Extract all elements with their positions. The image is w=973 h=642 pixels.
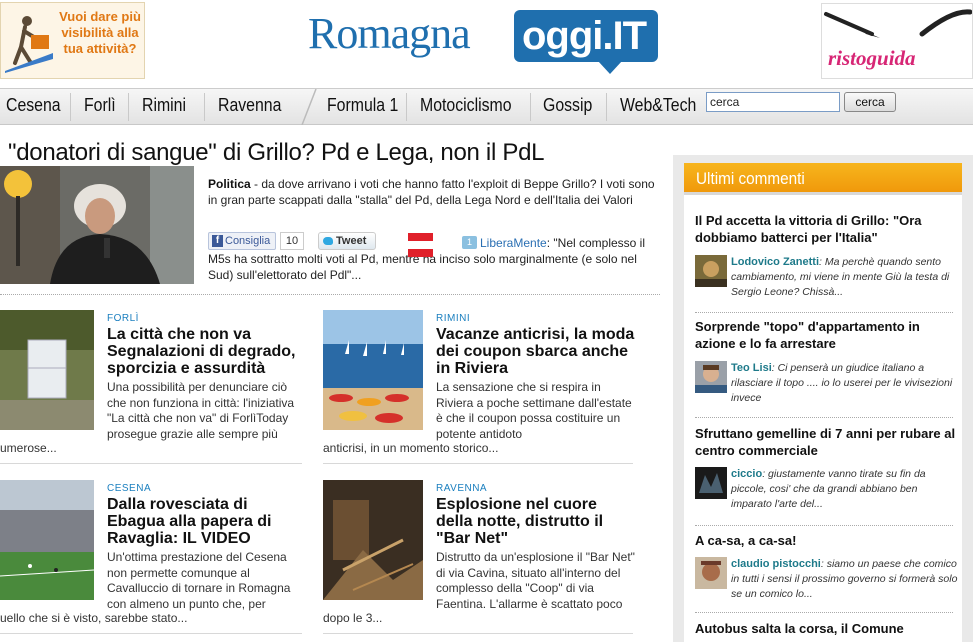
story-category[interactable]: FORLÌ [107,313,139,324]
facebook-recommend-button[interactable]: Consiglia [208,232,276,250]
nav-item-forli[interactable]: Forlì [84,95,116,116]
comment-body: Teo Lisi: Ci penserà un giudice italiano… [731,361,961,406]
comment-article-title[interactable]: Sorprende "topo" d'appartamento in azion… [695,318,957,352]
story-summary: La sensazione che si respira in Riviera … [436,380,632,441]
story-title[interactable]: Vacanze anticrisi, la moda dei coupon sb… [436,326,636,377]
story-photo-ravenna[interactable] [323,480,423,600]
nav-item-rimini[interactable]: Rimini [142,95,186,116]
comment-body: Lodovico Zanetti: Ma perchè quando sento… [731,255,961,300]
facebook-count: 10 [280,232,304,250]
comment-article-title[interactable]: Il Pd accetta la vittoria di Grillo: "Or… [695,212,957,246]
nav-divider [606,93,607,121]
nav-item-gossip[interactable]: Gossip [543,95,592,116]
separator [695,525,953,526]
ad-banner-left[interactable]: Vuoi dare più visibilità alla tua attivi… [0,2,145,79]
story-summary-tail: anticrisi, in un momento storico... [323,441,499,455]
story-summary: Una possibilità per denunciare ciò che n… [107,380,295,441]
lead-photo[interactable] [0,166,194,284]
logo-oggi: oggi.IT [522,14,647,58]
lead-category[interactable]: Politica [208,177,251,191]
related-source[interactable]: LiberaMente [480,236,547,250]
story-title[interactable]: La città che non va Segnalazioni di degr… [107,326,307,377]
austria-flag-icon [408,233,433,257]
lead-summary-text: - da dove arrivano i voti che hanno fatt… [208,177,655,207]
search-button[interactable]: cerca [844,92,896,112]
separator [0,463,302,464]
nav-item-motociclismo[interactable]: Motociclismo [420,95,512,116]
ristoguida-brand: ristoguida [828,46,916,70]
story-summary: Distrutto da un'esplosione il "Bar Net" … [436,550,635,611]
latest-comments-header: Ultimi commenti [684,163,962,195]
comment-article-title[interactable]: A ca-sa, a ca-sa! [695,532,957,549]
story-photo-forli[interactable] [0,310,94,430]
separator [0,294,660,295]
comment-article-title[interactable]: Autobus salta la corsa, il Comune [695,620,957,637]
ad-left-text: Vuoi dare più visibilità alla tua attivi… [59,9,141,56]
lead-headline[interactable]: "donatori di sangue" di Grillo? Pd e Leg… [8,139,544,167]
comment-author[interactable]: claudio pistocchi [731,558,821,570]
nav-item-cesena[interactable]: Cesena [6,95,61,116]
avatar[interactable] [695,255,727,287]
comment-author[interactable]: Teo Lisi [731,362,772,374]
search-input[interactable] [706,92,840,112]
site-logo[interactable]: Romagna oggi.IT [308,6,668,76]
lead-summary: Politica - da dove arrivano i voti che h… [208,176,658,208]
nav-item-ravenna[interactable]: Ravenna [218,95,281,116]
comment-body: ciccio: giustamente vanno tirate su fin … [731,467,961,512]
nav-slash-divider [301,89,317,125]
story-summary-tail: umerose... [0,441,57,455]
story-title[interactable]: Esplosione nel cuore della notte, distru… [436,496,636,547]
logo-badge: oggi.IT [514,10,658,74]
story-summary: Un'ottima prestazione del Cesena non per… [107,550,291,611]
comment-author[interactable]: Lodovico Zanetti [731,256,819,268]
story-category[interactable]: CESENA [107,483,151,494]
nav-item-formula1[interactable]: Formula 1 [327,95,398,116]
comment-body: claudio pistocchi: siamo un paese che co… [731,557,961,602]
comment-article-title[interactable]: Sfruttano gemelline di 7 anni per rubare… [695,425,957,459]
nav-divider [530,93,531,121]
latest-comments-panel: Ultimi commenti Il Pd accetta la vittori… [684,163,962,642]
nav-divider [406,93,407,121]
sidebar: Ultimi commenti Il Pd accetta la vittori… [673,155,973,642]
separator [323,633,633,634]
separator [323,463,633,464]
story-title[interactable]: Dalla rovesciata di Ebagua alla papera d… [107,496,307,547]
logo-romagna: Romagna [308,9,471,58]
avatar[interactable] [695,467,727,499]
separator [695,612,953,613]
separator [0,633,302,634]
avatar[interactable] [695,361,727,393]
story-category[interactable]: RAVENNA [436,483,487,494]
fork-and-knife-icon [824,9,972,38]
tweet-button[interactable]: Tweet [318,232,376,250]
avatar[interactable] [695,557,727,589]
story-summary-tail: dopo le 3... [323,611,383,625]
nav-divider [128,93,129,121]
story-photo-cesena[interactable] [0,480,94,600]
comment-author[interactable]: ciccio [731,468,762,480]
page: Vuoi dare più visibilità alla tua attivi… [0,0,973,642]
latest-comments-title: Ultimi commenti [696,169,805,188]
nav-item-webtech[interactable]: Web&Tech [620,95,696,116]
separator [695,417,953,418]
story-summary-tail: uello che si è visto, sarebbe stato... [0,611,188,625]
story-category[interactable]: RIMINI [436,313,470,324]
story-photo-rimini[interactable] [323,310,423,430]
header: Vuoi dare più visibilità alla tua attivi… [0,0,973,88]
nav-divider [204,93,205,121]
worker-pushing-cart-icon [5,13,53,73]
separator [695,312,953,313]
nav-divider [70,93,71,121]
comment-count-icon[interactable]: 1 [462,236,477,249]
ad-banner-right[interactable]: ristoguida [821,3,973,79]
